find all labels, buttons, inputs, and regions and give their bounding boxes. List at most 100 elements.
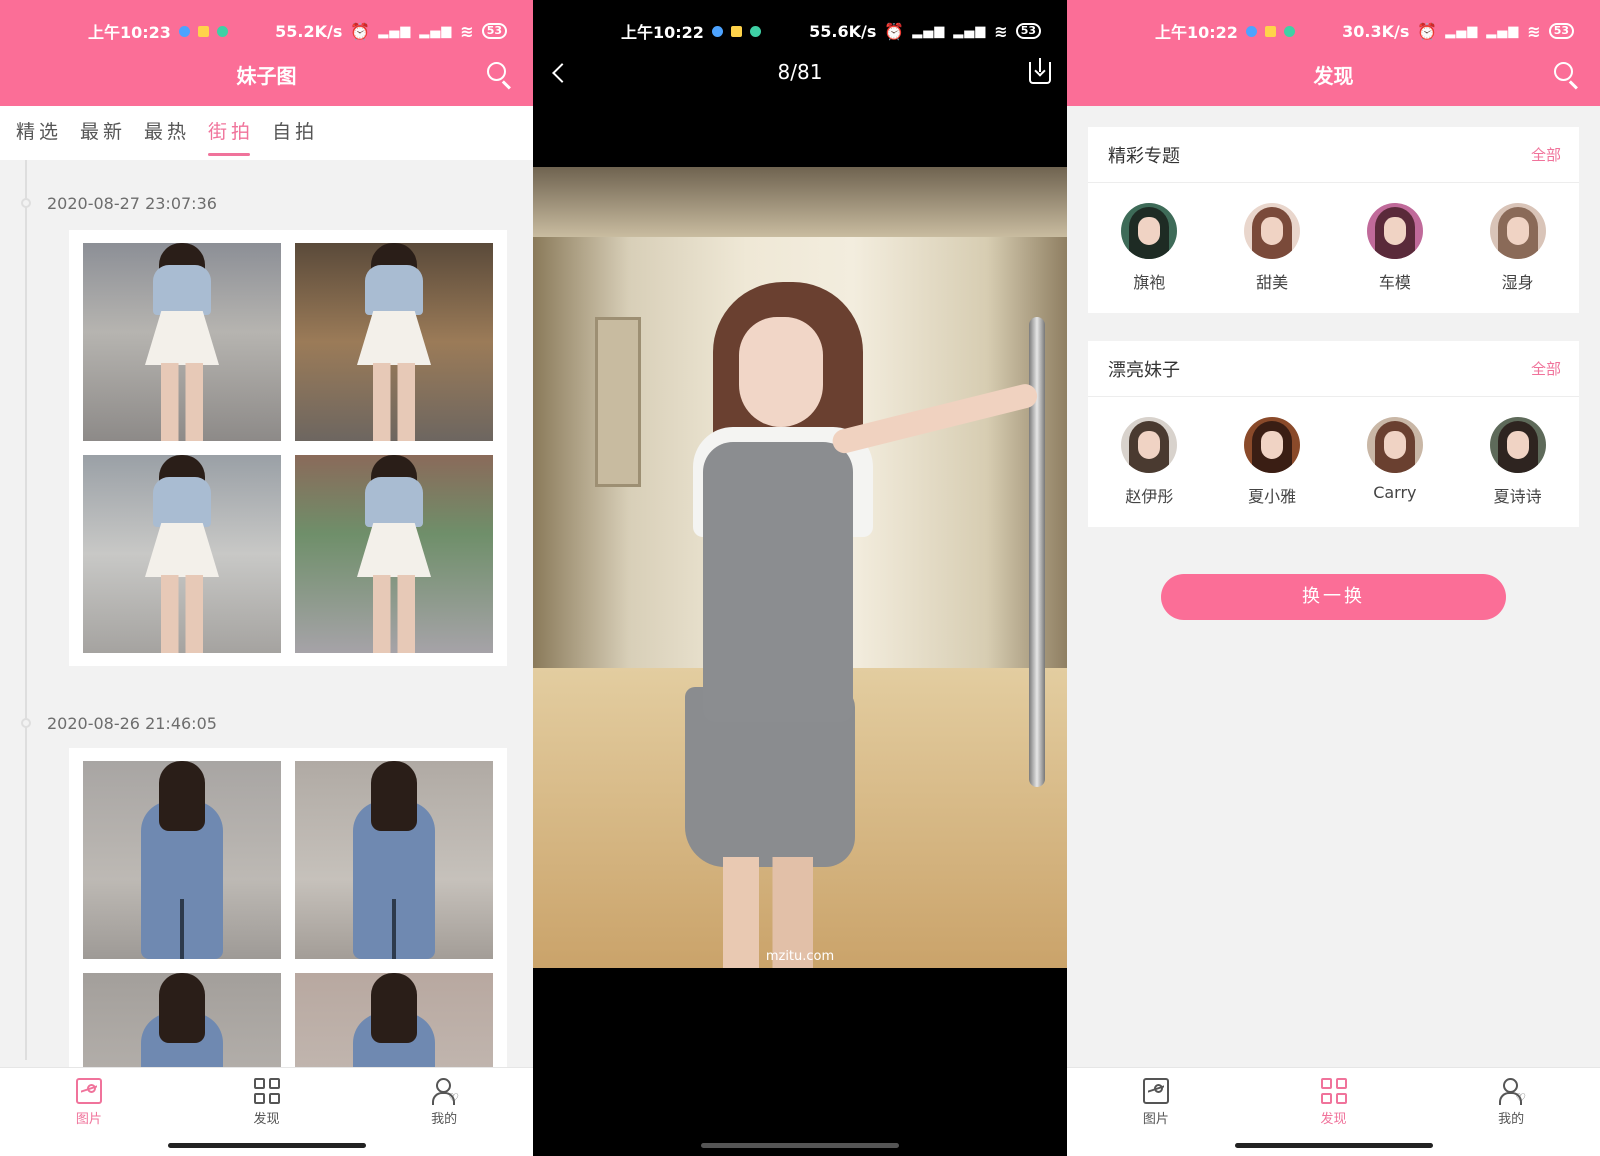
signal-icon-2: ▂▄▆ <box>1486 23 1520 39</box>
nav-label: 图片 <box>1142 1112 1169 1127</box>
topic-item[interactable]: 湿身 <box>1456 203 1579 313</box>
signal-icon: ▂▄▆ <box>1445 23 1479 39</box>
app-icon <box>1283 25 1295 37</box>
image-icon <box>75 1078 102 1104</box>
shuffle-button[interactable]: 换一换 <box>1161 574 1506 620</box>
girl-name: 赵伊彤 <box>1125 487 1174 506</box>
download-icon[interactable] <box>1029 58 1051 84</box>
full-image[interactable]: mzitu.com <box>533 167 1067 968</box>
tab-featured[interactable]: 精选 <box>16 106 62 160</box>
battery-icon: 53 <box>1015 23 1041 39</box>
street-photo-white-skirt-4[interactable] <box>295 455 493 653</box>
timeline-dot <box>21 198 31 208</box>
girl-item[interactable]: 赵伊彤 <box>1088 417 1211 527</box>
wifi-icon: ≋ <box>1527 21 1541 41</box>
signal-icon-2: ▂▄▆ <box>419 23 453 39</box>
section-title: 精彩专题 <box>1108 145 1180 167</box>
post-date: 2020-08-27 23:07:36 <box>47 194 217 213</box>
image-icon <box>1142 1078 1169 1104</box>
status-time: 上午10:23 <box>88 23 171 42</box>
topic-name: 旗袍 <box>1133 273 1166 292</box>
home-indicator[interactable] <box>168 1143 366 1148</box>
network-speed: 55.6K/s <box>809 21 877 41</box>
home-indicator[interactable] <box>701 1143 899 1148</box>
search-icon[interactable] <box>487 62 513 90</box>
app-icon <box>216 25 228 37</box>
signal-icon: ▂▄▆ <box>378 23 412 39</box>
topic-name: 车模 <box>1378 273 1411 292</box>
status-bar: 上午10:22 30.3K/s ⏰ ▂▄▆ ▂▄▆ ≋ 53 <box>1067 0 1600 62</box>
tab-selfie[interactable]: 自拍 <box>272 106 318 160</box>
tab-street[interactable]: 街拍 <box>208 106 254 160</box>
grid-icon <box>253 1078 280 1104</box>
avatar <box>1121 203 1178 259</box>
gallery-screen: 上午10:23 55.2K/s ⏰ ▂▄▆ ▂▄▆ ≋ 53 妹子图 精选 最新… <box>0 0 533 1156</box>
street-photo-white-skirt-3[interactable] <box>83 455 281 653</box>
notification-icon <box>197 25 209 37</box>
street-photo-blue-dress-2[interactable] <box>295 761 493 959</box>
nav-label: 发现 <box>253 1112 280 1127</box>
topic-item[interactable]: 旗袍 <box>1088 203 1211 313</box>
tab-latest[interactable]: 最新 <box>80 106 126 160</box>
view-all-link[interactable]: 全部 <box>1531 358 1561 379</box>
topic-item[interactable]: 车模 <box>1334 203 1457 313</box>
category-tabs: 精选 最新 最热 街拍 自拍 <box>0 106 533 160</box>
shield-icon <box>711 25 723 37</box>
battery-icon: 53 <box>481 23 507 39</box>
timeline-line <box>25 160 27 1060</box>
notification-icon <box>1264 25 1276 37</box>
status-time: 上午10:22 <box>621 23 704 42</box>
topic-item[interactable]: 甜美 <box>1211 203 1334 313</box>
girl-item[interactable]: 夏小雅 <box>1211 417 1334 527</box>
discover-screen: 上午10:22 30.3K/s ⏰ ▂▄▆ ▂▄▆ ≋ 53 发现 精彩专题 全… <box>1067 0 1600 1156</box>
avatar <box>1489 417 1546 473</box>
view-all-link[interactable]: 全部 <box>1531 144 1561 165</box>
signal-icon-2: ▂▄▆ <box>953 23 987 39</box>
girl-name: Carry <box>1373 483 1417 502</box>
viewer-screen: 上午10:22 55.6K/s ⏰ ▂▄▆ ▂▄▆ ≋ 53 8/81 mzit… <box>533 0 1067 1156</box>
girl-name: 夏诗诗 <box>1493 487 1542 506</box>
street-photo-white-skirt-2[interactable] <box>295 243 493 441</box>
timeline-dot <box>21 718 31 728</box>
nav-label: 我的 <box>1498 1112 1525 1127</box>
image-counter: 8/81 <box>777 60 823 84</box>
shield-icon <box>178 25 190 37</box>
post-card <box>69 748 507 1156</box>
avatar <box>1244 417 1301 473</box>
battery-icon: 53 <box>1548 23 1574 39</box>
alarm-icon: ⏰ <box>884 21 905 41</box>
shield-icon <box>1245 25 1257 37</box>
post-date: 2020-08-26 21:46:05 <box>47 714 217 733</box>
signal-icon: ▂▄▆ <box>912 23 946 39</box>
avatar <box>1366 417 1423 473</box>
girl-item[interactable]: 夏诗诗 <box>1456 417 1579 527</box>
girl-item[interactable]: Carry <box>1334 417 1457 527</box>
page-title: 发现 <box>1313 64 1354 88</box>
status-bar: 上午10:22 55.6K/s ⏰ ▂▄▆ ▂▄▆ ≋ 53 <box>533 0 1067 62</box>
status-time: 上午10:22 <box>1155 23 1238 42</box>
nav-label: 我的 <box>431 1112 458 1127</box>
search-icon[interactable] <box>1554 62 1580 90</box>
avatar <box>1366 203 1423 259</box>
girl-name: 夏小雅 <box>1248 487 1297 506</box>
alarm-icon: ⏰ <box>350 21 371 41</box>
network-speed: 30.3K/s <box>1342 21 1410 41</box>
street-photo-white-skirt-1[interactable] <box>83 243 281 441</box>
wifi-icon: ≋ <box>460 21 474 41</box>
nav-mine[interactable]: ♡ 我的 <box>355 1068 533 1156</box>
nav-pictures[interactable]: 图片 <box>1067 1068 1245 1156</box>
nav-mine[interactable]: ♡ 我的 <box>1422 1068 1600 1156</box>
notification-icon <box>730 25 742 37</box>
topic-name: 湿身 <box>1501 273 1534 292</box>
watermark: mzitu.com <box>765 949 835 964</box>
section-title: 漂亮妹子 <box>1108 359 1180 381</box>
nav-pictures[interactable]: 图片 <box>0 1068 178 1156</box>
street-photo-blue-dress-1[interactable] <box>83 761 281 959</box>
user-icon: ♡ <box>1498 1078 1526 1105</box>
topics-section: 精彩专题 全部 旗袍 甜美 车模 湿身 <box>1088 127 1579 313</box>
home-indicator[interactable] <box>1235 1143 1433 1148</box>
network-speed: 55.2K/s <box>275 21 343 41</box>
page-title: 妹子图 <box>236 64 297 88</box>
status-bar: 上午10:23 55.2K/s ⏰ ▂▄▆ ▂▄▆ ≋ 53 <box>0 0 533 62</box>
tab-hottest[interactable]: 最热 <box>144 106 190 160</box>
